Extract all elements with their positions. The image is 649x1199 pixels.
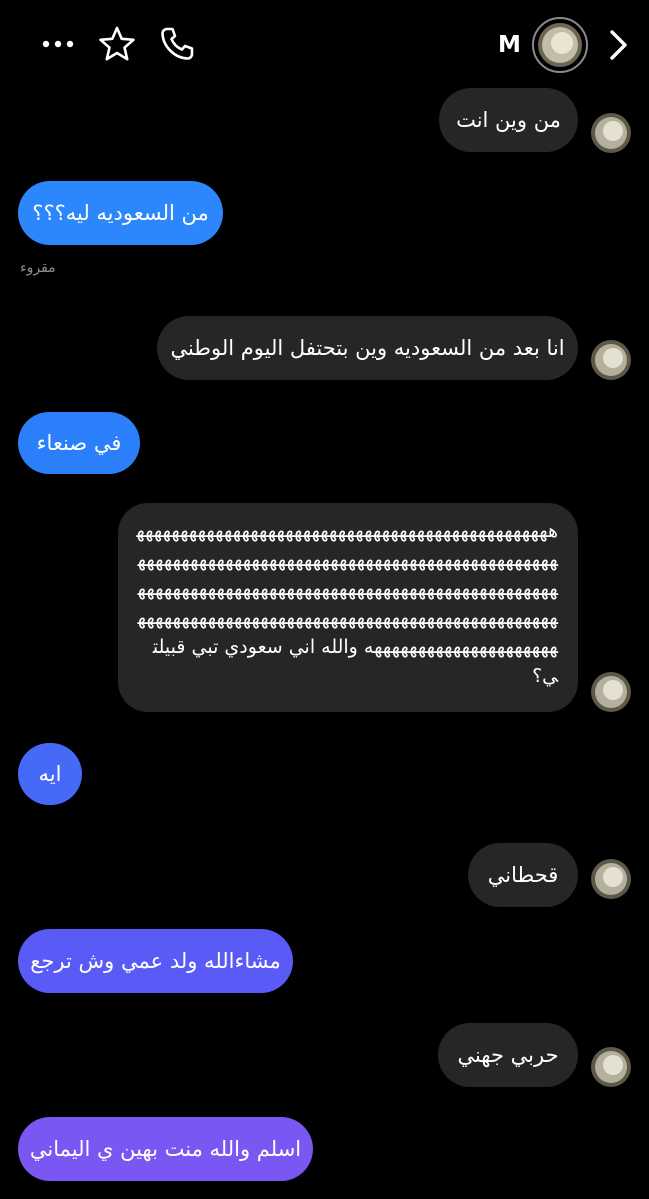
contact-avatar[interactable]	[532, 17, 588, 73]
incoming-message-bubble[interactable]: هههههههههههههههههههههههههههههههههههههههه…	[118, 503, 578, 712]
sender-avatar[interactable]	[590, 858, 632, 900]
chevron-right-icon[interactable]	[606, 28, 632, 62]
incoming-message-bubble[interactable]: انا بعد من السعوديه وين بتحتفل اليوم الو…	[157, 316, 578, 380]
chat-header: M	[0, 0, 649, 90]
sender-avatar[interactable]	[590, 339, 632, 381]
sender-avatar[interactable]	[590, 112, 632, 154]
sender-avatar[interactable]	[590, 671, 632, 713]
incoming-message-bubble[interactable]: من وين انت	[439, 88, 578, 152]
outgoing-message-bubble[interactable]: مشاءالله ولد عمي وش ترجع	[18, 929, 293, 993]
star-icon[interactable]	[98, 25, 136, 63]
more-horizontal-icon[interactable]	[40, 30, 76, 58]
sender-avatar[interactable]	[590, 1046, 632, 1088]
outgoing-message-bubble[interactable]: في صنعاء	[18, 412, 140, 474]
outgoing-message-bubble[interactable]: ايه	[18, 743, 82, 805]
incoming-message-bubble[interactable]: حربي جهني	[438, 1023, 578, 1087]
contact-name[interactable]: M	[498, 30, 521, 60]
phone-icon[interactable]	[158, 25, 196, 63]
seen-status: مقروء	[20, 260, 56, 276]
incoming-message-bubble[interactable]: قحطاني	[468, 843, 578, 907]
outgoing-message-bubble[interactable]: اسلم والله منت بهين ي اليماني	[18, 1117, 313, 1181]
outgoing-message-bubble[interactable]: من السعوديه ليه؟؟؟	[18, 181, 223, 245]
